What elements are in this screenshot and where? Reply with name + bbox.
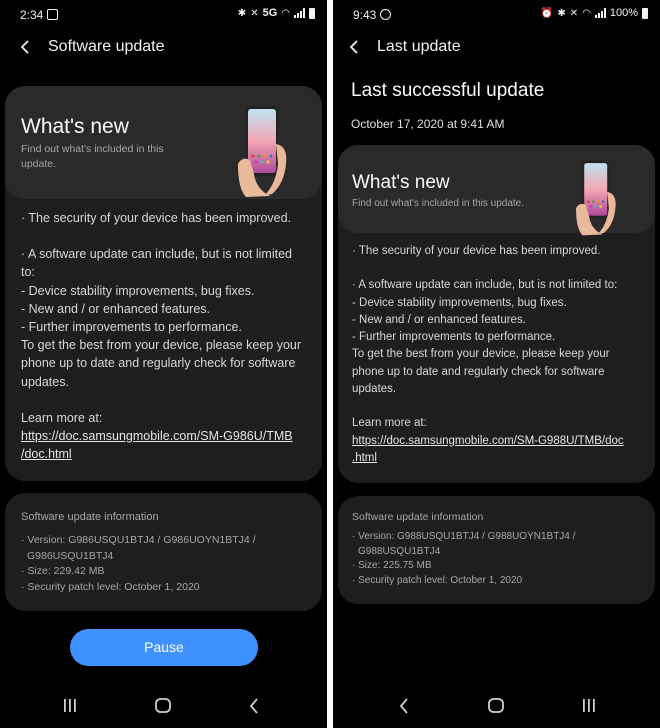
mute-icon: ✕ bbox=[569, 7, 579, 19]
can-include-line: · A software update can include, but is … bbox=[352, 279, 618, 292]
app-bar: Last update bbox=[333, 30, 660, 64]
can-include-line1: · A software update can include, but is … bbox=[21, 247, 292, 262]
patch-line: · Security patch level: October 1, 2020 bbox=[352, 574, 523, 586]
whats-new-title: What's new bbox=[21, 115, 129, 138]
wifi-icon: ◠ bbox=[582, 7, 591, 19]
notification-icon bbox=[380, 9, 392, 20]
whats-new-card: What's new Find out what's included in t… bbox=[5, 86, 322, 481]
navigation-bar bbox=[0, 688, 327, 728]
version-line: · Version: G988USQU1BTJ4 / G988UOYN1BTJ4… bbox=[352, 531, 576, 542]
mute-icon: ✕ bbox=[250, 7, 259, 19]
notification-icon bbox=[47, 9, 59, 20]
list-item: - New and / or enhanced features. bbox=[21, 301, 211, 316]
whats-new-title: What's new bbox=[352, 172, 450, 193]
network-label: 5G bbox=[262, 7, 278, 19]
learn-more-link[interactable]: https://doc.samsungmobile.com/SM-G988U/T… bbox=[352, 433, 643, 468]
whats-new-card: What's new Find out what's included in t… bbox=[338, 145, 655, 483]
advice-line: To get the best from your device, please… bbox=[21, 338, 302, 353]
update-info-card: Software update information · Version: G… bbox=[5, 493, 322, 611]
version-line: G986USQU1BTJ4 bbox=[27, 549, 114, 562]
learn-more-link[interactable]: https://doc.samsungmobile.com/SM-G986U/T… bbox=[21, 427, 310, 463]
size-line: · Size: 229.42 MB bbox=[21, 565, 105, 577]
recents-icon[interactable] bbox=[577, 696, 601, 716]
list-item: - Further improvements to performance. bbox=[21, 320, 242, 335]
status-bar: 9:43 ⏰ ✱ ✕ ◠ 100% bbox=[333, 0, 660, 30]
advice-line: To get the best from your device, please… bbox=[352, 348, 610, 361]
list-item: - Device stability improvements, bug fix… bbox=[21, 283, 255, 298]
list-item: - New and / or enhanced features. bbox=[352, 313, 526, 326]
status-icons: ⏰ ✱ ✕ ◠ 100% bbox=[541, 7, 648, 19]
can-include-line2: to: bbox=[21, 265, 35, 280]
page-title: Last update bbox=[377, 38, 461, 55]
signal-icon bbox=[594, 8, 606, 18]
learn-more-label: Learn more at: bbox=[352, 417, 427, 430]
whats-new-header: What's new Find out what's included in t… bbox=[338, 145, 655, 236]
update-description: · The security of your device has been i… bbox=[21, 209, 310, 463]
navigation-bar bbox=[333, 688, 660, 728]
right-phone-screen: 9:43 ⏰ ✱ ✕ ◠ 100% Last update Last succe… bbox=[333, 0, 660, 728]
status-icons: ✱ ✕ 5G ◠ bbox=[238, 7, 315, 19]
advice-line: updates. bbox=[21, 374, 69, 389]
size-line: · Size: 225.75 MB bbox=[352, 560, 432, 571]
patch-line: · Security patch level: October 1, 2020 bbox=[21, 580, 200, 593]
last-update-date: October 17, 2020 at 9:41 AM bbox=[351, 117, 505, 131]
security-note: · The security of your device has been i… bbox=[21, 211, 292, 225]
list-item: - Device stability improvements, bug fix… bbox=[352, 296, 567, 309]
whats-new-header: What's new Find out what's included in t… bbox=[5, 86, 322, 199]
battery-icon bbox=[309, 7, 315, 19]
info-title: Software update information bbox=[352, 511, 484, 523]
learn-more-label: Learn more at: bbox=[21, 410, 103, 425]
list-item: - Further improvements to performance. bbox=[352, 331, 556, 344]
version-line: · Version: G986USQU1BTJ4 / G986UOYN1BTJ4… bbox=[21, 534, 256, 546]
recents-icon[interactable] bbox=[58, 696, 82, 716]
battery-percentage: 100% bbox=[609, 7, 638, 19]
pause-button[interactable]: Pause bbox=[70, 629, 258, 666]
version-line: G988USQU1BTJ4 bbox=[358, 545, 441, 557]
last-update-heading: Last successful update bbox=[351, 80, 545, 101]
status-time: 2:34 bbox=[20, 8, 59, 22]
info-lines: · Version: G986USQU1BTJ4 / G986UOYN1BTJ4… bbox=[21, 533, 310, 595]
status-bar: 2:34 ✱ ✕ 5G ◠ bbox=[0, 0, 327, 30]
battery-icon bbox=[642, 7, 648, 19]
home-icon[interactable] bbox=[151, 696, 175, 716]
nav-back-icon[interactable] bbox=[243, 696, 267, 716]
advice-line: updates. bbox=[352, 383, 397, 396]
app-bar: Software update bbox=[0, 30, 327, 64]
alarm-icon: ⏰ bbox=[540, 7, 554, 19]
phone-illustration bbox=[574, 159, 624, 242]
info-lines: · Version: G988USQU1BTJ4 / G988UOYN1BTJ4… bbox=[352, 530, 643, 588]
advice-line: phone up to date and regularly check for… bbox=[21, 356, 296, 371]
bluetooth-icon: ✱ bbox=[557, 7, 566, 19]
phone-illustration bbox=[236, 104, 296, 204]
back-icon[interactable] bbox=[345, 37, 365, 57]
info-title: Software update information bbox=[21, 511, 159, 523]
update-info-card: Software update information · Version: G… bbox=[338, 496, 655, 604]
advice-line: phone up to date and regularly check for… bbox=[352, 365, 605, 378]
update-description: · The security of your device has been i… bbox=[352, 243, 643, 467]
left-phone-screen: 2:34 ✱ ✕ 5G ◠ Software update What's new… bbox=[0, 0, 327, 728]
home-icon[interactable] bbox=[484, 696, 508, 716]
nav-back-icon[interactable] bbox=[393, 696, 417, 716]
wifi-icon: ◠ bbox=[281, 7, 290, 19]
bluetooth-icon: ✱ bbox=[237, 7, 247, 19]
whats-new-subtitle: Find out what's included in this update. bbox=[21, 143, 164, 170]
signal-icon bbox=[294, 8, 305, 18]
page-title: Software update bbox=[48, 38, 165, 55]
whats-new-subtitle: Find out what's included in this update. bbox=[352, 198, 525, 209]
security-note: · The security of your device has been i… bbox=[352, 245, 601, 257]
status-time: 9:43 bbox=[353, 8, 392, 22]
back-icon[interactable] bbox=[16, 37, 36, 57]
